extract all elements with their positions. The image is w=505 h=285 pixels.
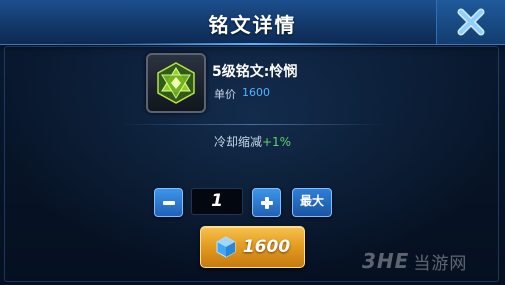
attribute-name: 冷却缩减: [213, 135, 262, 149]
dialog-title: 铭文详情: [208, 13, 297, 37]
attribute-value: +1%: [261, 135, 292, 149]
watermark-site: 当游网: [413, 253, 468, 274]
attribute-line: 冷却缩减+1%: [0, 133, 505, 150]
divider: [120, 124, 385, 125]
rune-emblem: [157, 62, 195, 104]
minus-icon: [162, 200, 175, 205]
green-hexagram-rune-icon: [146, 53, 206, 113]
buy-price: 1600: [242, 237, 291, 257]
rune-detail-dialog: 铭文详情 5级铭文:怜悯 单价 1600 冷却缩减+1% 1 最大 1600 3…: [0, 0, 505, 285]
title-bar: 铭文详情: [0, 0, 505, 45]
plus-icon: [260, 196, 273, 209]
watermark: 3HE 当游网: [362, 246, 502, 276]
close-button[interactable]: [436, 0, 505, 44]
quantity-field[interactable]: 1: [191, 188, 243, 215]
unit-price-label: 单价: [214, 88, 236, 101]
close-x-icon: [457, 8, 485, 36]
rune-name: 5级铭文:怜悯: [212, 64, 298, 80]
max-quantity-button[interactable]: 最大: [292, 188, 332, 217]
watermark-logo: 3HE: [362, 249, 410, 273]
decrease-quantity-button[interactable]: [154, 188, 183, 217]
blue-diamond-icon: [216, 236, 236, 258]
buy-button[interactable]: 1600: [200, 226, 305, 268]
increase-quantity-button[interactable]: [252, 188, 281, 217]
unit-price-value: 1600: [242, 86, 270, 99]
